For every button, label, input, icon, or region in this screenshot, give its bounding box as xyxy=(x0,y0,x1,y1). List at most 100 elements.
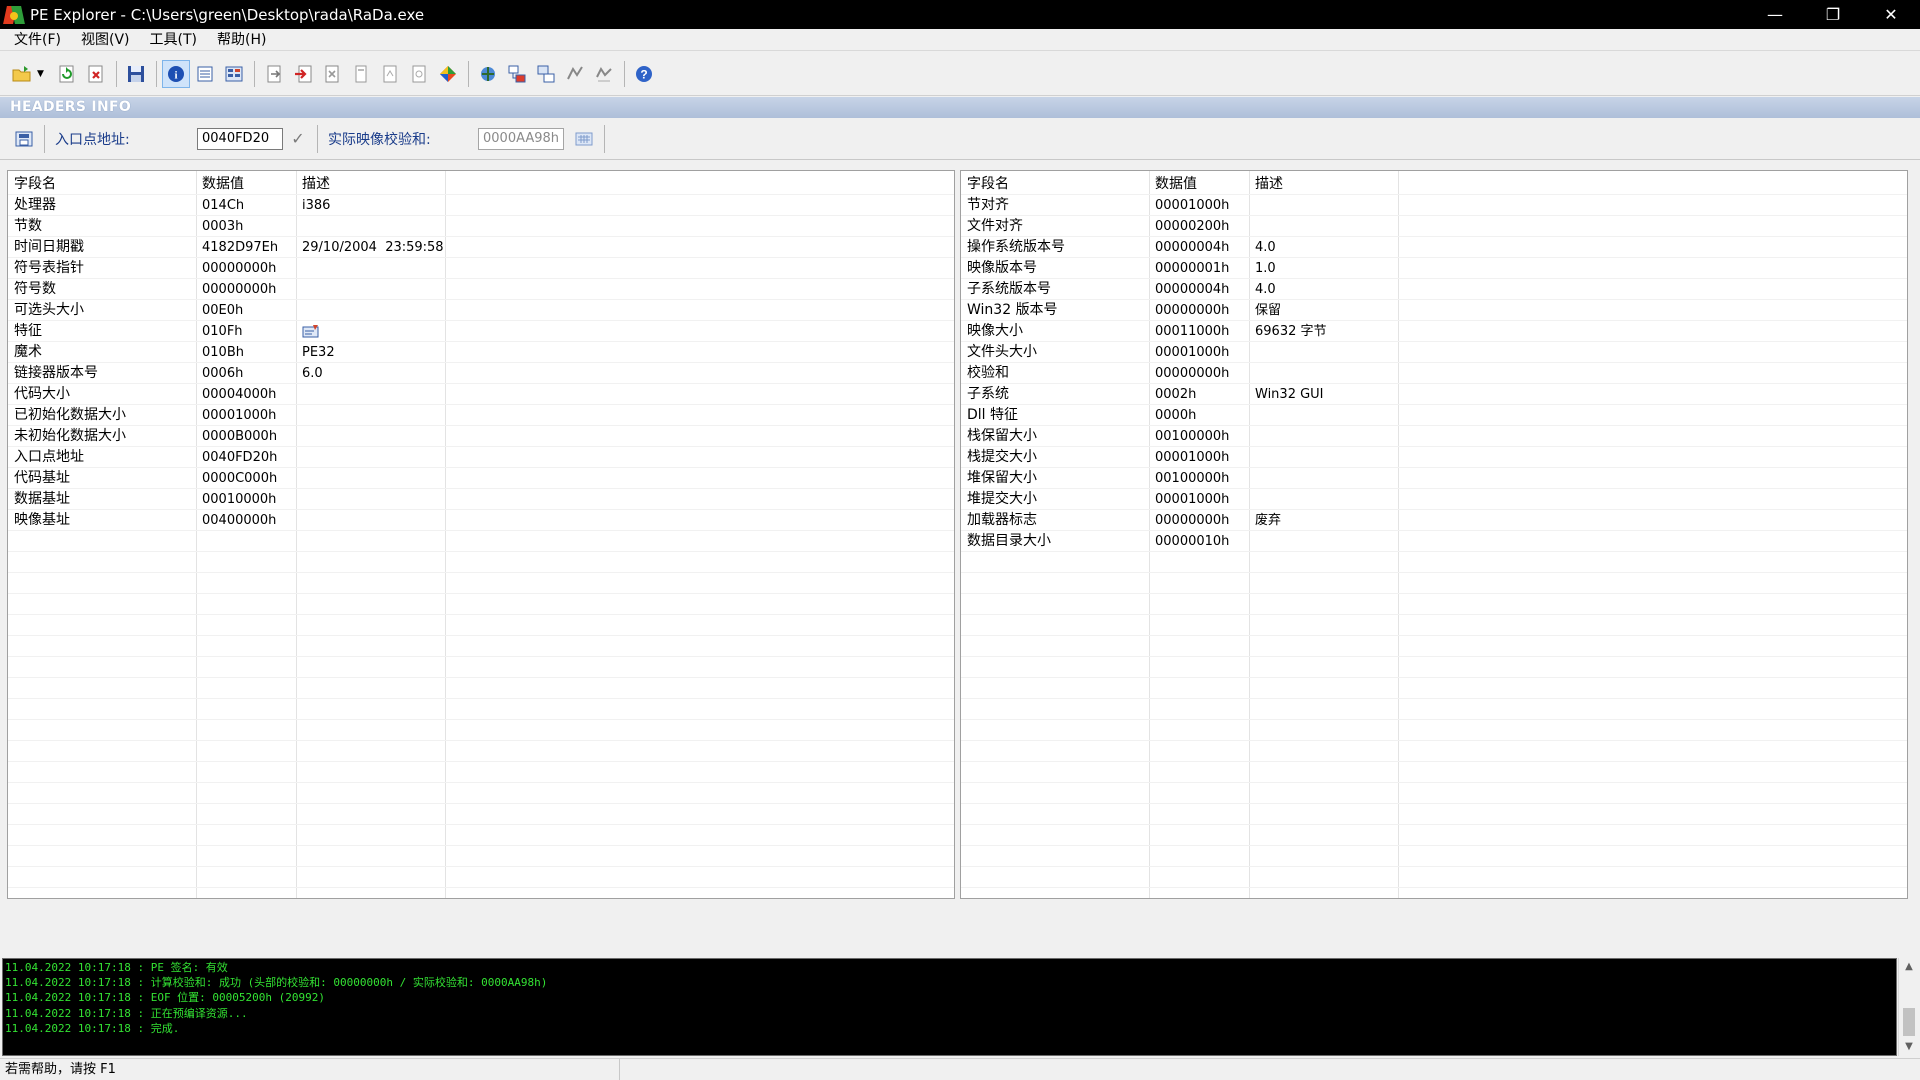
field-value: 00100000h xyxy=(1155,429,1230,444)
scroll-thumb[interactable] xyxy=(1903,1008,1915,1036)
table-row[interactable]: 堆提交大小 00001000h xyxy=(961,489,1907,510)
column-header-desc[interactable]: 描述 xyxy=(1255,174,1283,195)
log-scrollbar[interactable]: ▲ ▼ xyxy=(1898,958,1918,1056)
field-name: Win32 版本号 xyxy=(967,302,1058,318)
table-row[interactable]: 入口点地址 0040FD20h xyxy=(8,447,954,468)
patch-icon[interactable] xyxy=(590,60,618,88)
log-line: 11.04.2022 10:17:18 : 正在预编译资源... xyxy=(5,1006,248,1020)
scroll-up-icon[interactable]: ▲ xyxy=(1899,958,1919,976)
log-output[interactable]: 11.04.2022 10:17:18 : PE 签名: 有效 11.04.20… xyxy=(2,958,1897,1056)
column-header-field[interactable]: 字段名 xyxy=(967,174,1009,195)
resource-editor-icon[interactable] xyxy=(503,60,531,88)
table-row[interactable]: 栈提交大小 00001000h xyxy=(961,447,1907,468)
apply-check-icon[interactable]: ✓ xyxy=(283,129,313,148)
headers-info-icon[interactable]: i xyxy=(162,59,190,88)
table-row[interactable]: 代码基址 0000C000h xyxy=(8,468,954,489)
table-row[interactable]: 符号数 00000000h xyxy=(8,279,954,300)
dependency-scanner-icon[interactable] xyxy=(474,60,502,88)
save-icon[interactable] xyxy=(122,60,150,88)
field-value: 00000004h xyxy=(1155,282,1230,297)
empty-row xyxy=(961,720,1907,741)
table-row[interactable]: 符号表指针 00000000h xyxy=(8,258,954,279)
table-row[interactable]: 未初始化数据大小 0000B000h xyxy=(8,426,954,447)
open-folder-icon[interactable] xyxy=(8,60,36,88)
table-row[interactable]: 处理器 014Ch i386 xyxy=(8,195,954,216)
field-name: 栈提交大小 xyxy=(967,449,1037,465)
table-row[interactable]: 链接器版本号 0006h 6.0 xyxy=(8,363,954,384)
field-value: 00001000h xyxy=(1155,492,1230,507)
imports-icon[interactable] xyxy=(289,60,317,88)
field-name: 符号表指针 xyxy=(14,260,84,276)
field-value: 010Bh xyxy=(202,345,244,360)
resources-icon[interactable] xyxy=(318,60,346,88)
restore-button[interactable]: ❐ xyxy=(1804,0,1862,29)
reload-icon[interactable] xyxy=(53,60,81,88)
column-header-desc[interactable]: 描述 xyxy=(302,174,330,195)
column-header-field[interactable]: 字段名 xyxy=(14,174,56,195)
table-row[interactable]: 操作系统版本号 00000004h 4.0 xyxy=(961,237,1907,258)
table-row[interactable]: Dll 特征 0000h xyxy=(961,405,1907,426)
entry-point-input[interactable]: 0040FD20 xyxy=(197,127,283,150)
scroll-down-icon[interactable]: ▼ xyxy=(1899,1038,1919,1056)
field-name: 操作系统版本号 xyxy=(967,239,1065,255)
table-row[interactable]: 映像大小 00011000h 69632 字节 xyxy=(961,321,1907,342)
table-row[interactable]: 时间日期戳 4182D97Eh 29/10/2004 23:59:58 xyxy=(8,237,954,258)
debug-icon[interactable] xyxy=(347,60,375,88)
table-row[interactable]: 加载器标志 00000000h 废弃 xyxy=(961,510,1907,531)
dropdown-arrow-icon[interactable]: ▼ xyxy=(37,69,49,79)
table-row[interactable]: 已初始化数据大小 00001000h xyxy=(8,405,954,426)
table-row[interactable]: 代码大小 00004000h xyxy=(8,384,954,405)
help-icon[interactable]: ? xyxy=(630,60,658,88)
field-name: 链接器版本号 xyxy=(14,365,98,381)
field-desc: 4.0 xyxy=(1255,240,1276,255)
table-row[interactable]: 魔术 010Bh PE32 xyxy=(8,342,954,363)
field-name: 代码基址 xyxy=(14,470,70,486)
empty-row xyxy=(961,636,1907,657)
field-value: 0000h xyxy=(1155,408,1197,423)
table-row[interactable]: 映像基址 00400000h xyxy=(8,510,954,531)
table-row[interactable]: 栈保留大小 00100000h xyxy=(961,426,1907,447)
section-header: HEADERS INFO xyxy=(0,97,1920,118)
menu-help[interactable]: 帮助(H) xyxy=(207,29,276,51)
field-name: 入口点地址 xyxy=(14,449,84,465)
data-directories-icon[interactable] xyxy=(191,60,219,88)
relocations-icon[interactable] xyxy=(376,60,404,88)
calculator-icon[interactable] xyxy=(564,132,604,146)
table-row[interactable]: 文件头大小 00001000h xyxy=(961,342,1907,363)
save-header-icon[interactable] xyxy=(10,125,38,153)
column-header-value[interactable]: 数据值 xyxy=(202,174,244,195)
table-row[interactable]: 节对齐 00001000h xyxy=(961,195,1907,216)
section-editor-icon[interactable] xyxy=(532,60,560,88)
section-headers-icon[interactable] xyxy=(220,60,248,88)
entry-point-label: 入口点地址: xyxy=(55,131,130,148)
close-file-icon[interactable] xyxy=(82,60,110,88)
table-row[interactable]: 校验和 00000000h xyxy=(961,363,1907,384)
table-row[interactable]: 子系统 0002h Win32 GUI xyxy=(961,384,1907,405)
optional-header-table: 字段名 数据值 描述 节对齐 00001000h 文件对齐 00000200h 操作… xyxy=(960,170,1908,899)
table-row[interactable]: 特征 010Fh xyxy=(8,321,954,342)
field-value: 00000200h xyxy=(1155,219,1230,234)
table-row[interactable]: Win32 版本号 00000000h 保留 xyxy=(961,300,1907,321)
field-name: 节对齐 xyxy=(967,197,1009,213)
disassembler-icon[interactable] xyxy=(434,60,462,88)
column-header-value[interactable]: 数据值 xyxy=(1155,174,1197,195)
table-row[interactable]: 映像版本号 00000001h 1.0 xyxy=(961,258,1907,279)
tls-icon[interactable] xyxy=(405,60,433,88)
window-title: PE Explorer - C:\Users\green\Desktop\rad… xyxy=(30,5,425,24)
signature-icon[interactable] xyxy=(561,60,589,88)
field-name: 时间日期戳 xyxy=(14,239,84,255)
table-row[interactable]: 节数 0003h xyxy=(8,216,954,237)
table-row[interactable]: 子系统版本号 00000004h 4.0 xyxy=(961,279,1907,300)
table-row[interactable]: 堆保留大小 00100000h xyxy=(961,468,1907,489)
table-row[interactable]: 数据目录大小 00000010h xyxy=(961,531,1907,552)
menu-view[interactable]: 视图(V) xyxy=(71,29,140,51)
close-button[interactable]: ✕ xyxy=(1862,0,1920,29)
minimize-button[interactable]: — xyxy=(1746,0,1804,29)
menu-file[interactable]: 文件(F) xyxy=(4,29,71,51)
menu-tools[interactable]: 工具(T) xyxy=(140,29,207,51)
table-row[interactable]: 数据基址 00010000h xyxy=(8,489,954,510)
field-name: 文件头大小 xyxy=(967,344,1037,360)
exports-icon[interactable] xyxy=(260,60,288,88)
table-row[interactable]: 文件对齐 00000200h xyxy=(961,216,1907,237)
table-row[interactable]: 可选头大小 00E0h xyxy=(8,300,954,321)
